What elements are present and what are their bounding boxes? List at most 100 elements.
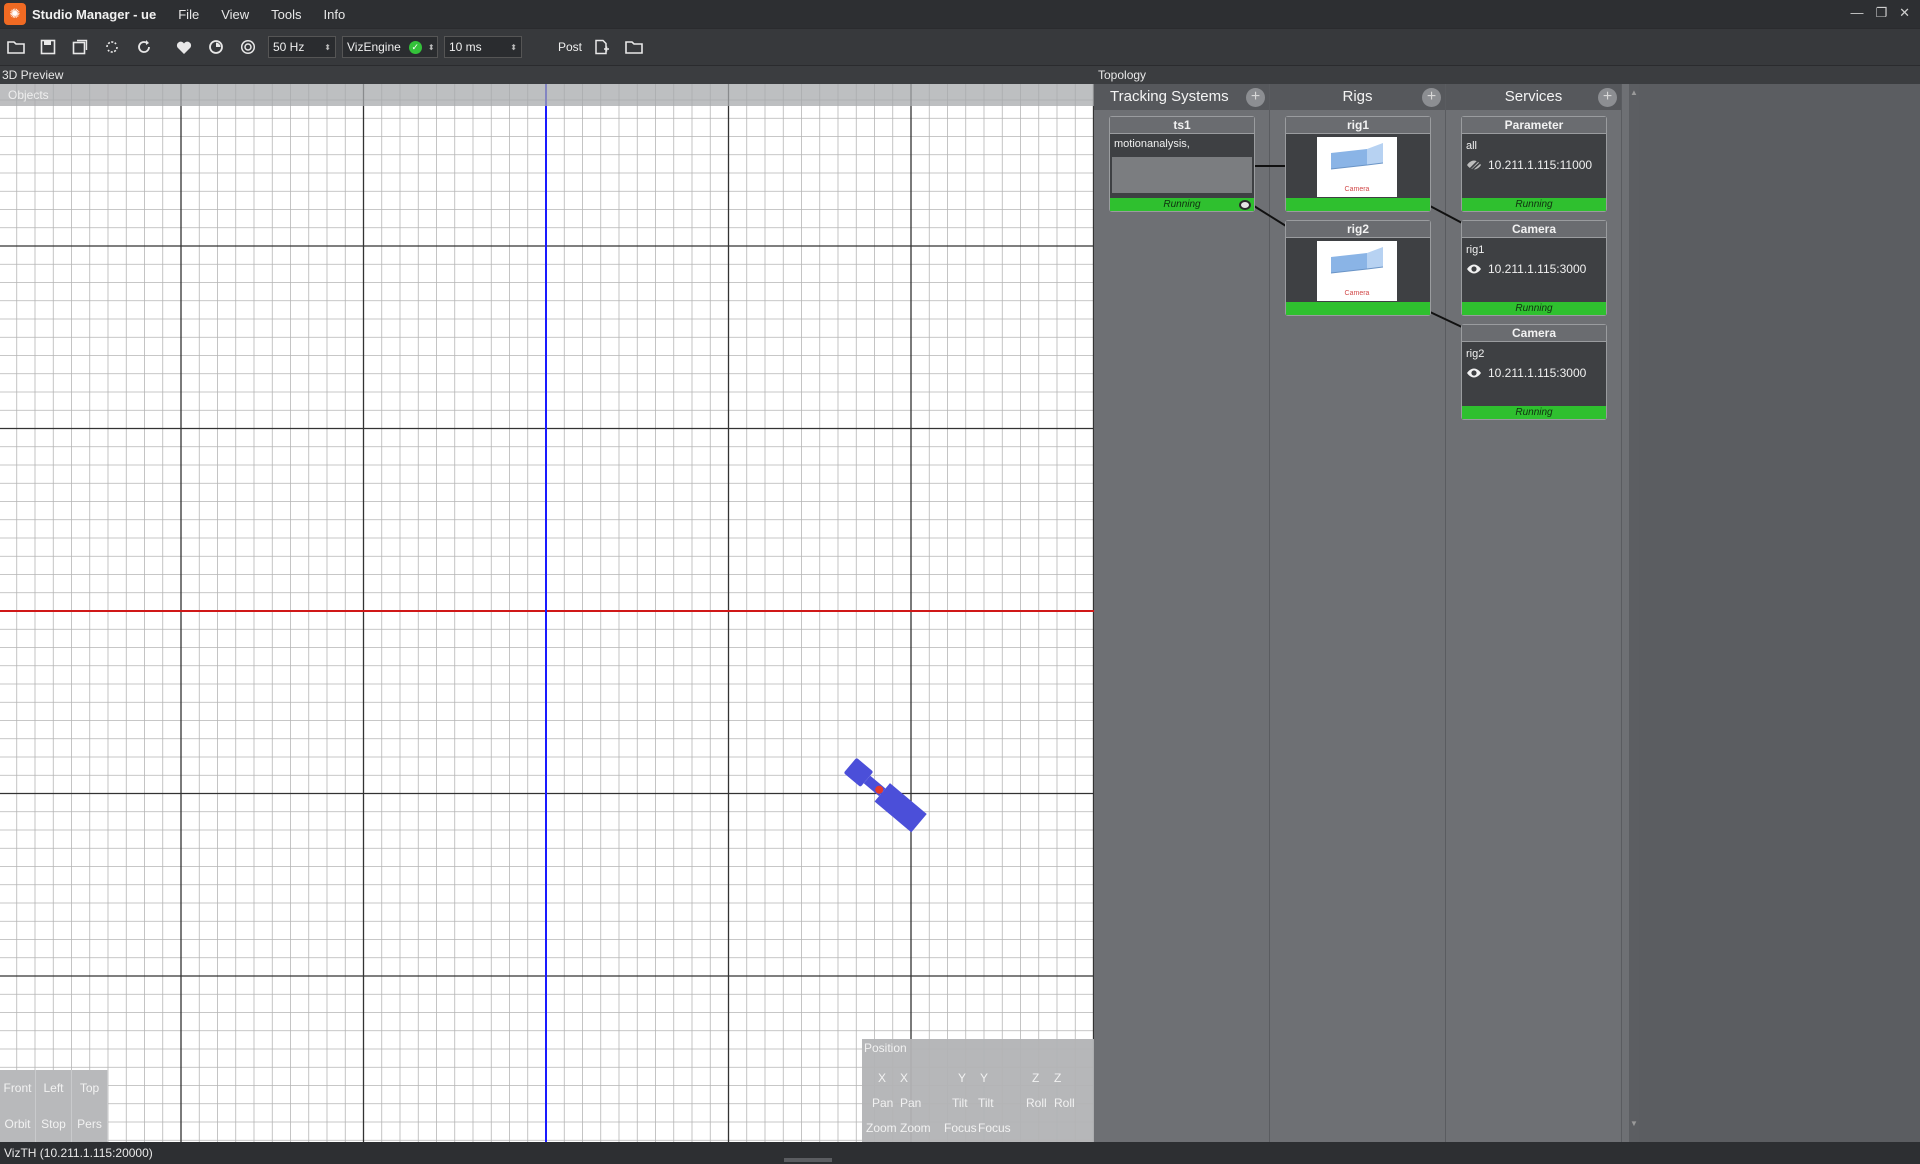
- parameter-title: Parameter: [1462, 117, 1606, 134]
- hidden-eye-icon: [1467, 159, 1482, 171]
- pos-x-2[interactable]: X: [900, 1071, 908, 1085]
- position-title: Position: [864, 1041, 907, 1055]
- pos-y-1[interactable]: Y: [958, 1071, 966, 1085]
- post-label: Post: [558, 40, 583, 54]
- status-grip[interactable]: [784, 1158, 832, 1162]
- menu-tools[interactable]: Tools: [271, 7, 301, 22]
- new-post-icon[interactable]: [590, 35, 614, 59]
- view-top-button[interactable]: Top: [72, 1070, 108, 1106]
- delay-value: 10 ms: [449, 40, 482, 54]
- menu-info[interactable]: Info: [324, 7, 346, 22]
- delay-select[interactable]: 10 ms ⬍: [444, 36, 522, 58]
- check-ok-icon: ✓: [408, 40, 422, 54]
- zoom-2[interactable]: Zoom: [900, 1121, 931, 1135]
- pan-2[interactable]: Pan: [900, 1096, 921, 1110]
- scroll-down-icon[interactable]: ▼: [1630, 1119, 1638, 1128]
- heart-icon[interactable]: [172, 35, 196, 59]
- open-folder-icon[interactable]: [4, 35, 28, 59]
- restore-button[interactable]: ❐: [1875, 5, 1887, 21]
- camera-rig2-node[interactable]: Camera rig2 10.211.1.115:3000 Running: [1461, 324, 1607, 420]
- status-bar: VizTH (10.211.1.115:20000): [0, 1142, 1920, 1164]
- rate-value: 50 Hz: [273, 40, 305, 54]
- rig1-camera-thumbnail: Camera: [1317, 137, 1397, 197]
- view-buttons-row-1: Front Left Top: [0, 1070, 108, 1106]
- focus-2[interactable]: Focus: [978, 1121, 1011, 1135]
- target-icon[interactable]: [236, 35, 260, 59]
- camera-rig1-node[interactable]: Camera rig1 10.211.1.115:3000 Running: [1461, 220, 1607, 316]
- topology-empty-area: [1646, 84, 1920, 1142]
- pos-z-1[interactable]: Z: [1032, 1071, 1039, 1085]
- topology-scrollbar[interactable]: ▲ ▼: [1629, 84, 1639, 1142]
- view-pers-button[interactable]: Pers: [72, 1106, 108, 1142]
- preview-viewport[interactable]: Objects Front Left Top Orbit Stop Pers P…: [0, 84, 1094, 1142]
- pos-y-2[interactable]: Y: [980, 1071, 988, 1085]
- preview-panel: 3D Preview Objects Front Left Top Orbit …: [0, 66, 1094, 1142]
- window-controls: — ❐ ✕: [1850, 5, 1910, 21]
- camera-rig1-status: Running: [1462, 302, 1606, 315]
- spin-arrows-icon: ⬍: [510, 42, 517, 52]
- parameter-node[interactable]: Parameter all 10.211.1.115:11000 Running: [1461, 116, 1607, 212]
- ts1-preview-area: [1112, 157, 1252, 193]
- rig1-node[interactable]: rig1 Camera: [1285, 116, 1431, 212]
- view-front-button[interactable]: Front: [0, 1070, 36, 1106]
- parameter-sub: all: [1466, 140, 1478, 152]
- rate-select[interactable]: 50 Hz ⬍: [268, 36, 336, 58]
- zoom-1[interactable]: Zoom: [866, 1121, 897, 1135]
- eye-icon: [1467, 368, 1481, 378]
- camera-model-icon: [1330, 247, 1384, 274]
- window-title: Studio Manager - ue: [32, 6, 157, 22]
- refresh-icon[interactable]: [132, 35, 156, 59]
- objects-bar[interactable]: Objects: [0, 84, 1094, 106]
- timer-icon[interactable]: [204, 35, 228, 59]
- camera-rig2-ip: 10.211.1.115:3000: [1488, 366, 1587, 380]
- ts1-link-icon[interactable]: [1239, 200, 1251, 210]
- topology-panel: Topology Tracking Systems + Rigs + Servi…: [1094, 66, 1920, 1142]
- close-button[interactable]: ✕: [1899, 5, 1910, 21]
- open-post-icon[interactable]: [622, 35, 646, 59]
- roll-1[interactable]: Roll: [1026, 1096, 1047, 1110]
- camera-object: [844, 758, 927, 833]
- view-left-button[interactable]: Left: [36, 1070, 72, 1106]
- sync-icon[interactable]: [100, 35, 124, 59]
- camera-rig1-title: Camera: [1462, 221, 1606, 238]
- minimize-button[interactable]: —: [1850, 5, 1863, 21]
- camera-model-icon: [1330, 143, 1384, 170]
- roll-2[interactable]: Roll: [1054, 1096, 1075, 1110]
- parameter-address: 10.211.1.115:11000: [1462, 152, 1606, 172]
- view-orbit-button[interactable]: Orbit: [0, 1106, 36, 1142]
- camera-rig1-sub: rig1: [1466, 244, 1485, 256]
- spin-arrows-icon: ⬍: [324, 42, 331, 52]
- position-panel: Position X X Y Y Z Z Pan Pan Tilt Tilt R…: [862, 1039, 1094, 1142]
- focus-1[interactable]: Focus: [944, 1121, 977, 1135]
- menu-view[interactable]: View: [221, 7, 249, 22]
- pan-1[interactable]: Pan: [872, 1096, 893, 1110]
- rig1-thumb-label: Camera: [1344, 186, 1370, 193]
- pos-x-1[interactable]: X: [878, 1071, 886, 1085]
- scroll-up-icon[interactable]: ▲: [1630, 88, 1638, 97]
- eye-icon: [1467, 264, 1481, 274]
- rig1-status-bar: [1286, 198, 1430, 211]
- spin-arrows-icon: ⬍: [427, 42, 435, 52]
- engine-select[interactable]: VizEngine ✓ ⬍: [342, 36, 438, 58]
- topology-canvas[interactable]: Tracking Systems + Rigs + Services + ts1…: [1094, 84, 1634, 1142]
- pos-z-2[interactable]: Z: [1054, 1071, 1061, 1085]
- app-logo-icon: ✺: [4, 3, 26, 25]
- save-icon[interactable]: [36, 35, 60, 59]
- ts1-title: ts1: [1110, 117, 1254, 134]
- status-text: VizTH (10.211.1.115:20000): [4, 1146, 153, 1160]
- ts1-node[interactable]: ts1 motionanalysis, Running: [1109, 116, 1255, 212]
- save-as-icon[interactable]: [68, 35, 92, 59]
- camera-rig2-status: Running: [1462, 406, 1606, 419]
- grid-canvas[interactable]: [0, 84, 1094, 1142]
- toolbar: 50 Hz ⬍ VizEngine ✓ ⬍ 10 ms ⬍ Post: [0, 28, 1920, 66]
- rig1-title: rig1: [1286, 117, 1430, 134]
- rig2-node[interactable]: rig2 Camera: [1285, 220, 1431, 316]
- tilt-2[interactable]: Tilt: [978, 1096, 994, 1110]
- topology-title: Topology: [1094, 66, 1920, 84]
- title-bar: ✺ Studio Manager - ue File View Tools In…: [0, 0, 1920, 28]
- menu-file[interactable]: File: [178, 7, 199, 22]
- camera-rig2-title: Camera: [1462, 325, 1606, 342]
- tilt-1[interactable]: Tilt: [952, 1096, 968, 1110]
- camera-rig2-address: 10.211.1.115:3000: [1462, 360, 1606, 380]
- view-stop-button[interactable]: Stop: [36, 1106, 72, 1142]
